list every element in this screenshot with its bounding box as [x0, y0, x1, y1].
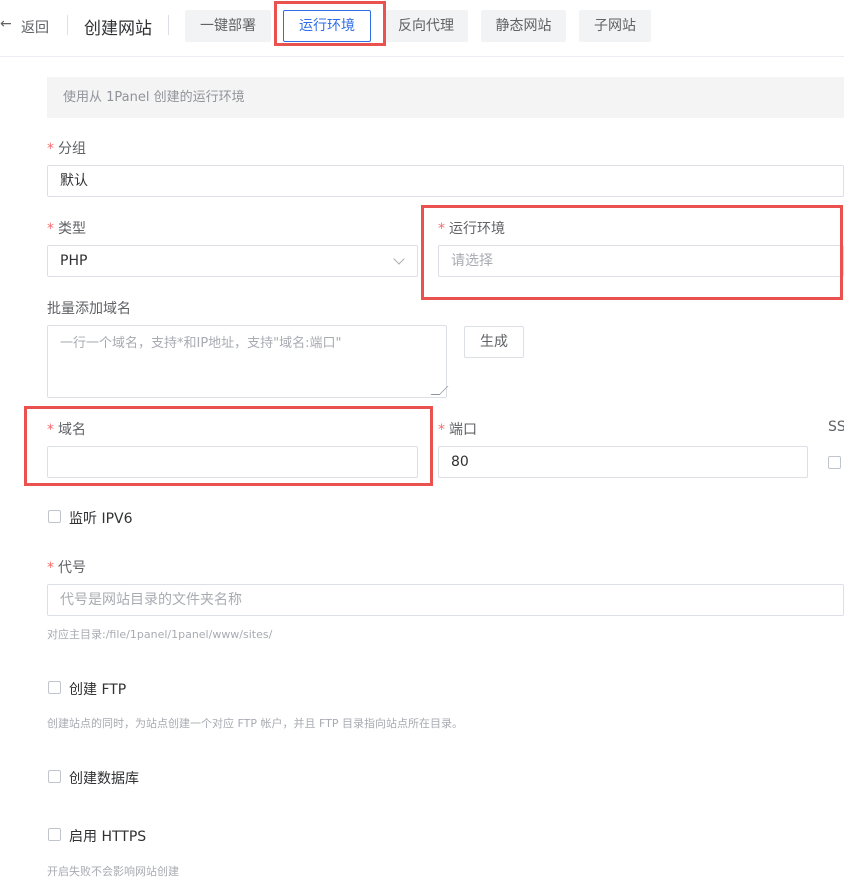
type-select-value: PHP [60, 253, 88, 269]
required-mark: * [47, 141, 54, 157]
resize-handle-icon[interactable] [430, 386, 449, 395]
https-label[interactable]: 启用 HTTPS [69, 826, 146, 846]
database-checkbox[interactable] [48, 770, 61, 783]
batch-domains-placeholder: 一行一个域名，支持*和IP地址，支持"域名:端口" [60, 336, 342, 351]
ftp-label[interactable]: 创建 FTP [69, 679, 126, 699]
runtime-notice: 使用从 1Panel 创建的运行环境 [47, 77, 844, 118]
highlight-box-runtime [421, 205, 843, 300]
ftp-hint: 创建站点的同时，为站点创建一个对应 FTP 帐户，并且 FTP 目录指向站点所在… [47, 717, 463, 730]
batch-domains-label: 批量添加域名 [47, 301, 131, 317]
tab-reverse-proxy[interactable]: 反向代理 [384, 10, 468, 42]
group-label-text: 分组 [58, 141, 86, 157]
https-checkbox[interactable] [48, 828, 61, 841]
back-arrow-icon[interactable]: ← [0, 16, 12, 32]
highlight-box-domain [24, 406, 433, 486]
generate-button[interactable]: 生成 [464, 326, 524, 358]
port-label: * 端口 [438, 419, 477, 439]
ssl-label: SS [828, 419, 844, 435]
port-label-text: 端口 [449, 422, 477, 438]
type-select[interactable]: PHP [47, 245, 418, 277]
database-label[interactable]: 创建数据库 [69, 768, 139, 788]
group-label: * 分组 [47, 138, 86, 158]
tab-subsite[interactable]: 子网站 [579, 10, 651, 42]
tab-one-click-deploy[interactable]: 一键部署 [185, 10, 271, 42]
type-label-text: 类型 [58, 221, 86, 237]
type-label: * 类型 [47, 218, 86, 238]
required-mark: * [47, 560, 54, 576]
required-mark: * [47, 221, 54, 237]
header-divider [168, 15, 169, 35]
back-button[interactable]: 返回 [21, 17, 49, 37]
tab-static-site[interactable]: 静态网站 [481, 10, 566, 42]
port-input[interactable]: 80 [438, 446, 808, 478]
highlight-box-tab [274, 1, 386, 46]
group-select[interactable]: 默认 [47, 165, 844, 197]
ftp-checkbox[interactable] [48, 681, 61, 694]
alias-hint: 对应主目录:/file/1panel/1panel/www/sites/ [47, 628, 273, 641]
alias-label: * 代号 [47, 557, 86, 577]
ipv6-label[interactable]: 监听 IPV6 [69, 508, 133, 528]
alias-label-text: 代号 [58, 560, 86, 576]
header-divider [67, 15, 68, 35]
ipv6-checkbox[interactable] [48, 510, 61, 523]
https-hint: 开启失败不会影响网站创建 [47, 865, 179, 878]
required-mark: * [438, 422, 445, 438]
ssl-checkbox[interactable] [828, 456, 841, 469]
page-title: 创建网站 [84, 19, 152, 39]
batch-domains-textarea[interactable]: 一行一个域名，支持*和IP地址，支持"域名:端口" [47, 325, 449, 398]
alias-input[interactable]: 代号是网站目录的文件夹名称 [47, 584, 844, 616]
